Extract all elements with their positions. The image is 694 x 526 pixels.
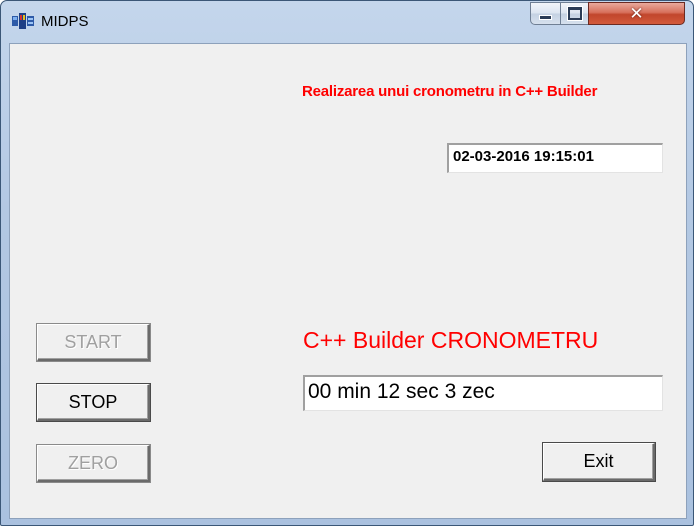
app-icon (12, 13, 34, 29)
window-title: MIDPS (41, 13, 89, 30)
zero-button[interactable]: ZERO (37, 445, 150, 482)
stop-button[interactable]: STOP (37, 384, 150, 421)
exit-button[interactable]: Exit (543, 443, 655, 481)
maximize-icon (567, 7, 582, 20)
stopwatch-title: C++ Builder CRONOMETRU (303, 327, 599, 353)
stopwatch-display[interactable]: 00 min 12 sec 3 zec (303, 375, 663, 411)
form-client-area: Realizarea unui cronometru in C++ Builde… (9, 43, 687, 519)
app-window: MIDPS ✕ Realizarea unui cronometru in C+… (0, 0, 694, 526)
minimize-button[interactable] (530, 2, 561, 25)
close-button[interactable]: ✕ (588, 2, 685, 25)
minimize-icon (539, 15, 552, 20)
form-subtitle: Realizarea unui cronometru in C++ Builde… (302, 83, 598, 100)
datetime-field[interactable]: 02-03-2016 19:15:01 (447, 143, 663, 173)
title-bar[interactable]: MIDPS ✕ (1, 1, 693, 43)
window-controls: ✕ (530, 2, 685, 25)
maximize-button[interactable] (560, 2, 589, 25)
start-button[interactable]: START (37, 324, 150, 361)
close-icon: ✕ (629, 3, 644, 24)
